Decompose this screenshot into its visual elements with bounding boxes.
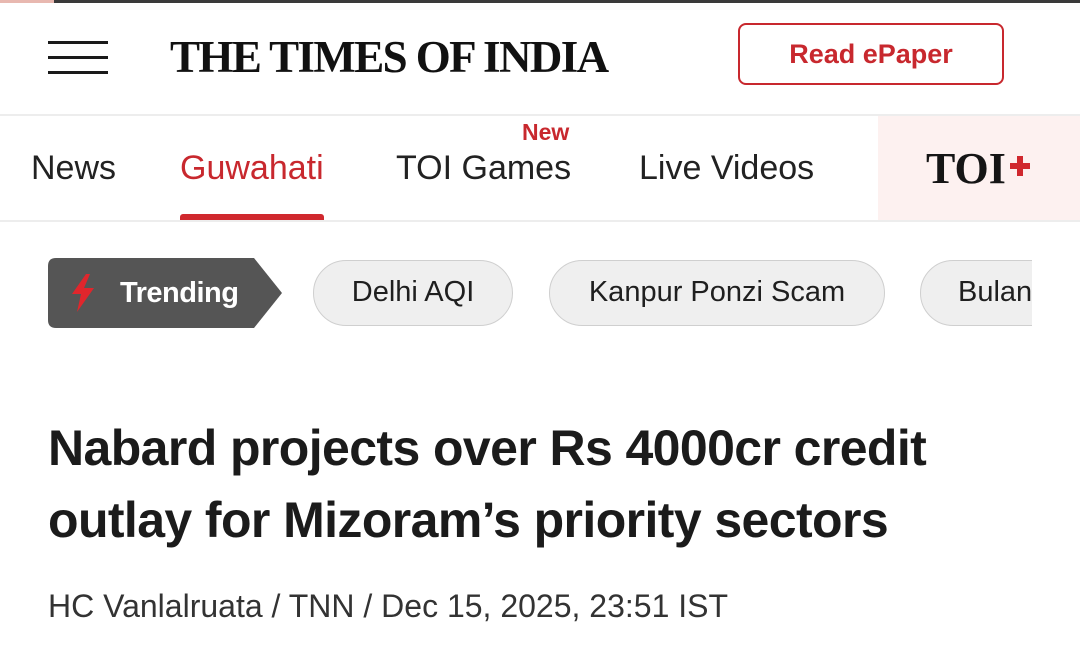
trending-chip[interactable]: Delhi AQI: [313, 260, 513, 326]
read-epaper-button[interactable]: Read ePaper: [738, 23, 1004, 85]
trending-label-text: Trending: [120, 277, 239, 309]
site-header: THE TIMES OF INDIA Read ePaper: [0, 3, 1080, 113]
scroll-clip: [1032, 258, 1080, 328]
trending-bar: Trending Delhi AQI Kanpur Ponzi Scam Bul…: [0, 258, 1080, 328]
section-nav: News Guwahati New TOI Games Live Videos …: [0, 114, 1080, 222]
toi-plus-link[interactable]: TOI: [878, 116, 1080, 220]
trending-chip[interactable]: Kanpur Ponzi Scam: [549, 260, 885, 326]
toi-plus-logo: TOI: [926, 144, 1006, 193]
plus-icon: [1010, 156, 1030, 176]
active-tab-indicator: [180, 214, 324, 220]
nav-item-label: News: [31, 149, 117, 187]
site-logo[interactable]: THE TIMES OF INDIA: [170, 29, 609, 85]
nav-item-label: Guwahati: [180, 149, 324, 187]
nav-item-toi-games[interactable]: TOI Games: [396, 116, 571, 220]
trending-label: Trending: [48, 258, 282, 328]
nav-item-label: Live Videos: [639, 149, 815, 187]
menu-icon[interactable]: [48, 41, 108, 77]
nav-item-live-videos[interactable]: Live Videos: [639, 116, 814, 220]
article-headline: Nabard projects over Rs 4000cr credit ou…: [48, 420, 927, 548]
nav-item-guwahati[interactable]: Guwahati: [180, 116, 324, 220]
article-byline: HC Vanlalruata / TNN / Dec 15, 2025, 23:…: [48, 588, 729, 624]
nav-item-label: TOI Games: [396, 149, 572, 187]
nav-item-news[interactable]: News: [31, 116, 116, 220]
lightning-icon: [72, 274, 94, 312]
